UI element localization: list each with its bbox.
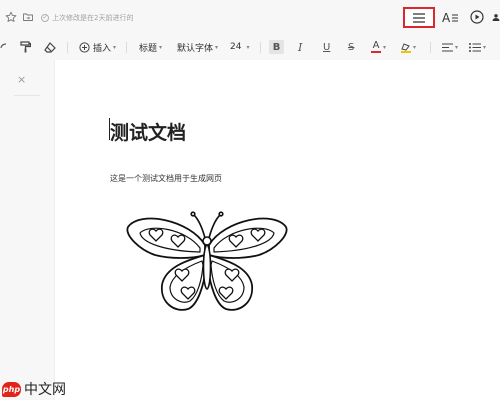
last-modified-status: ✓ 上次修改是在2天前进行的 — [41, 11, 133, 25]
last-modified-text: 上次修改是在2天前进行的 — [52, 14, 134, 22]
align-dropdown[interactable]: ▾ — [442, 34, 458, 60]
check-circle-icon: ✓ — [41, 14, 49, 22]
star-icon[interactable] — [4, 10, 17, 23]
font-color-glyph: A — [372, 40, 380, 51]
bullet-list-icon — [469, 42, 481, 52]
chevron-down-icon: ▾ — [483, 43, 487, 51]
chevron-down-icon: ▾ — [455, 43, 459, 51]
watermark-text: 中文网 — [24, 382, 66, 398]
folder-move-icon[interactable] — [21, 10, 34, 23]
document-title[interactable]: 测试文档 — [110, 118, 186, 145]
undo-icon[interactable] — [0, 34, 6, 60]
butterfly-image[interactable] — [120, 205, 295, 320]
text-format-icon[interactable]: A — [441, 9, 459, 25]
formatting-toolbar: 插入 ▾ 标题 ▾ 默认字体 ▾ 24 ▾ B I U S A ▾ ▾ ▾ ▾ — [0, 34, 500, 61]
top-bar: ✓ 上次修改是在2天前进行的 A — [0, 0, 500, 34]
toolbar-divider — [430, 42, 431, 53]
font-size-label: 24 — [230, 42, 242, 52]
strikethrough-button[interactable]: S — [348, 34, 354, 60]
toolbar-divider — [260, 42, 261, 53]
chevron-down-icon: ▾ — [246, 43, 250, 51]
insert-label: 插入 — [93, 43, 112, 54]
outline-menu-button[interactable] — [403, 7, 435, 28]
align-left-icon — [442, 42, 453, 52]
font-family-label: 默认字体 — [177, 43, 214, 54]
insert-menu[interactable]: 插入 ▾ — [79, 34, 116, 60]
font-size-dropdown[interactable]: 24 ▾ — [230, 34, 249, 60]
font-family-dropdown[interactable]: 默认字体 ▾ — [177, 34, 218, 60]
font-color-swatch — [371, 51, 381, 53]
font-color-button[interactable]: A ▾ — [371, 34, 386, 60]
highlight-color-button[interactable]: ▾ — [400, 34, 416, 60]
user-avatar-icon[interactable] — [492, 9, 500, 25]
heading-style-label: 标题 — [139, 43, 158, 54]
underline-button[interactable]: U — [323, 34, 330, 60]
hamburger-icon — [413, 12, 425, 23]
chevron-down-icon: ▾ — [383, 43, 387, 51]
chevron-down-icon: ▾ — [113, 43, 117, 51]
play-presentation-icon[interactable] — [469, 9, 485, 25]
sidebar-divider — [14, 95, 40, 96]
highlight-color-swatch — [400, 50, 411, 53]
format-painter-icon[interactable] — [20, 34, 31, 60]
chevron-down-icon: ▾ — [215, 43, 219, 51]
outline-sidebar: × — [0, 60, 55, 400]
list-dropdown[interactable]: ▾ — [469, 34, 486, 60]
plus-circle-icon — [79, 41, 90, 53]
php-logo: php — [2, 381, 21, 397]
site-watermark: php 中文网 — [2, 379, 66, 399]
chevron-down-icon: ▾ — [159, 43, 163, 51]
toolbar-divider — [67, 42, 68, 53]
italic-button[interactable]: I — [298, 34, 302, 60]
bold-button[interactable]: B — [269, 40, 284, 54]
svg-text:A: A — [442, 11, 451, 24]
heading-style-dropdown[interactable]: 标题 ▾ — [139, 34, 162, 60]
clear-format-eraser-icon[interactable] — [44, 34, 56, 60]
chevron-down-icon: ▾ — [413, 43, 417, 51]
highlighter-icon — [401, 42, 410, 51]
toolbar-divider — [126, 42, 127, 53]
close-icon[interactable]: × — [17, 74, 27, 85]
document-paragraph[interactable]: 这是一个测试文档用于生成网页 — [110, 173, 222, 184]
